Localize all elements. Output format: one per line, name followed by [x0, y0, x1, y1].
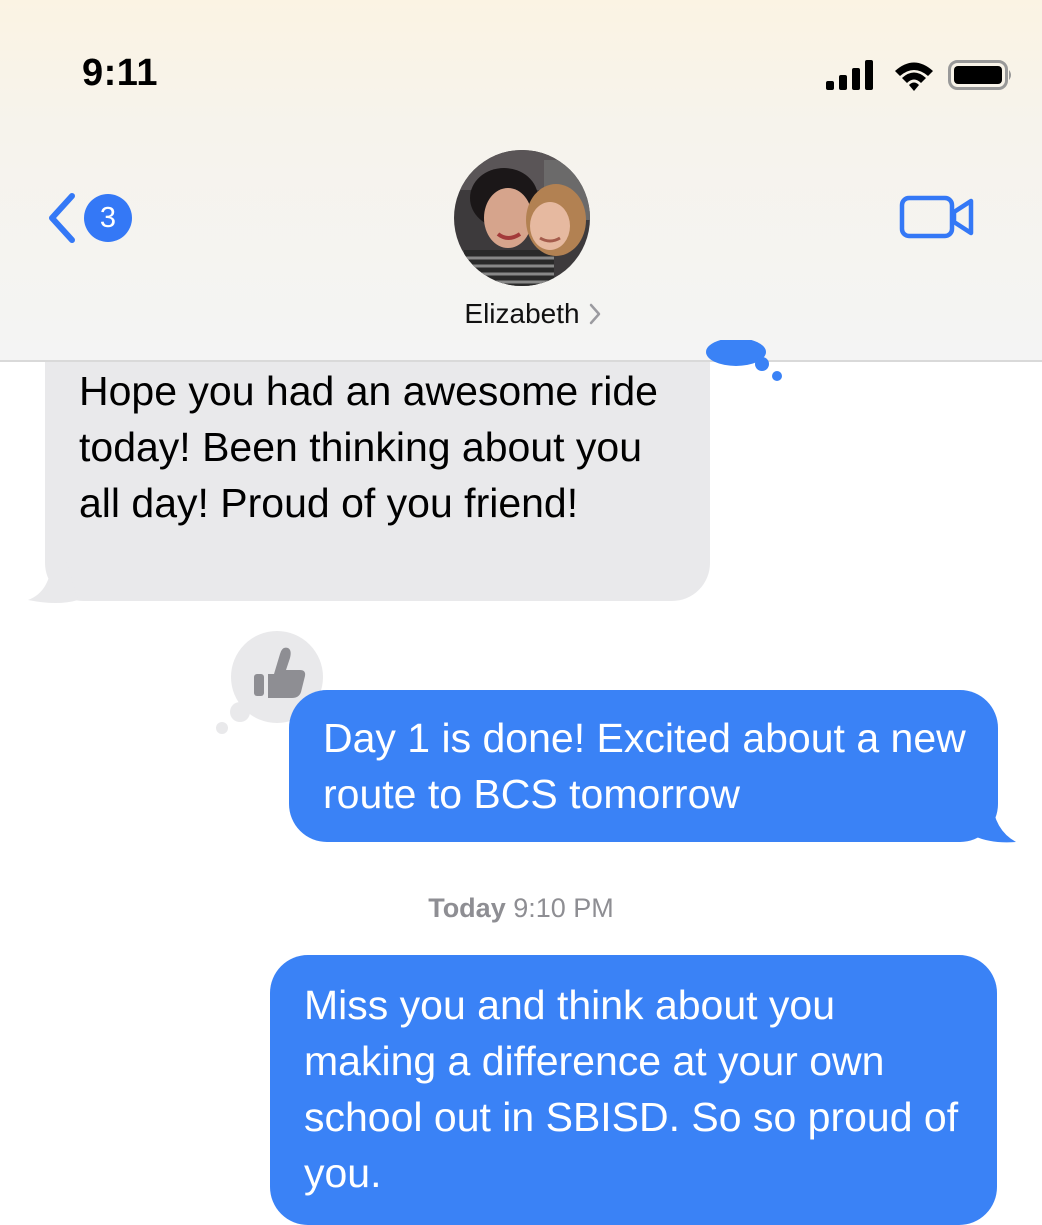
wifi-icon: [895, 62, 933, 91]
contact-name: Elizabeth: [464, 298, 580, 329]
chevron-left-icon: [49, 193, 75, 243]
battery-icon: [948, 60, 1011, 90]
video-camera-icon[interactable]: [898, 192, 976, 242]
incoming-message-bubble[interactable]: Hope you had an awesome ride today! Been…: [45, 345, 710, 601]
incoming-bubble-tail: [28, 560, 78, 603]
contact-name-button[interactable]: Elizabeth: [0, 298, 1042, 330]
chevron-right-icon: [589, 303, 600, 325]
outgoing-message-bubble[interactable]: Miss you and think about you making a di…: [270, 955, 997, 1225]
message-timestamp: Today 9:10 PM: [0, 893, 1042, 924]
timestamp-time: 9:10 PM: [513, 893, 614, 923]
outgoing-bubble-tail: [974, 800, 1016, 843]
unread-count-badge: 3: [84, 194, 132, 242]
avatar-photo: [454, 150, 590, 286]
outgoing-message-bubble[interactable]: Day 1 is done! Excited about a new route…: [289, 690, 998, 842]
conversation-header: 9:11 3 Elizabeth: [0, 0, 1042, 362]
timestamp-day: Today: [428, 893, 506, 923]
contact-avatar[interactable]: [454, 150, 590, 286]
cellular-signal-icon: [826, 60, 873, 90]
message-text: Day 1 is done! Excited about a new route…: [323, 715, 966, 817]
message-text: Hope you had an awesome ride today! Been…: [79, 368, 658, 526]
message-text: Miss you and think about you making a di…: [304, 982, 959, 1196]
back-button[interactable]: 3: [44, 190, 132, 246]
status-time: 9:11: [82, 52, 158, 94]
tapback-bubble-icon: [706, 340, 782, 381]
